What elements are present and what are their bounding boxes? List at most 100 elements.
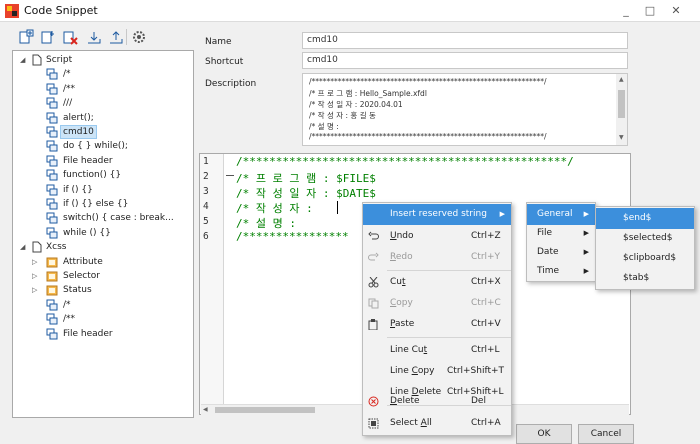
snippet-icon: [46, 112, 58, 124]
submenu-item-time[interactable]: Time ▶: [527, 261, 595, 282]
menu-item-undo[interactable]: Undo Ctrl+Z: [363, 226, 511, 247]
expand-arrow-icon[interactable]: ◢: [20, 53, 25, 67]
expand-arrow-icon[interactable]: ◢: [20, 240, 25, 254]
tree-item[interactable]: if () {} else {}: [13, 197, 193, 211]
tree-item[interactable]: if () {}: [13, 183, 193, 197]
snippet-icon: [46, 227, 58, 239]
menu-item-shortcut: Ctrl+Shift+T: [447, 366, 505, 376]
menu-item-label: Line Copy: [390, 366, 435, 376]
tree-item-label: switch() { case : break...: [63, 213, 174, 224]
add-child-icon[interactable]: [40, 29, 56, 45]
tree-item[interactable]: /**: [13, 312, 193, 326]
snippet-icon: [46, 184, 58, 196]
tree-item[interactable]: File header: [13, 327, 193, 341]
menu-item-label: $tab$: [623, 273, 650, 283]
scroll-down-icon[interactable]: ▼: [619, 134, 624, 141]
tree-item-label: if () {}: [63, 184, 93, 195]
collapse-arrow-icon[interactable]: ▷: [32, 283, 37, 297]
toolbar-separator: [126, 29, 127, 45]
folder-icon: [46, 271, 58, 282]
cancel-button[interactable]: Cancel: [578, 424, 634, 444]
tree-item[interactable]: while () {}: [13, 226, 193, 240]
submenu-item-tab[interactable]: $tab$: [596, 268, 694, 289]
code-line: /* 작 성 자 :: [236, 202, 313, 215]
close-button[interactable]: ✕: [666, 3, 686, 19]
tree-folder[interactable]: ▷ Selector: [13, 269, 193, 283]
scroll-up-icon[interactable]: ▲: [619, 76, 624, 83]
snippet-icon: [46, 328, 58, 340]
menu-item-select-all[interactable]: Select All Ctrl+A: [363, 413, 511, 434]
import-icon[interactable]: [86, 29, 102, 45]
description-field[interactable]: /***************************************…: [302, 73, 628, 146]
add-snippet-icon[interactable]: [18, 29, 34, 45]
shortcut-label: Shortcut: [205, 57, 244, 67]
tree-item[interactable]: File header: [13, 154, 193, 168]
description-scrollbar[interactable]: ▲ ▼: [616, 74, 627, 145]
menu-item-label: General: [537, 209, 573, 219]
collapse-arrow-icon[interactable]: ▷: [32, 269, 37, 283]
scroll-left-icon[interactable]: ◀: [203, 406, 208, 413]
submenu-item-end[interactable]: $end$: [596, 208, 694, 229]
collapse-arrow-icon[interactable]: ▷: [32, 255, 37, 269]
menu-item-label: File: [537, 228, 553, 238]
delete-icon[interactable]: [62, 29, 78, 45]
menu-item-label: Undo: [390, 231, 414, 241]
tree-folder[interactable]: ▷ Attribute: [13, 255, 193, 269]
scroll-thumb[interactable]: [215, 407, 315, 413]
snippet-icon: [46, 313, 58, 325]
submenu-item-date[interactable]: Date ▶: [527, 242, 595, 263]
tree-folder[interactable]: ◢ Script: [13, 53, 193, 67]
general-submenu: $end$ $selected$ $clipboard$ $tab$: [595, 206, 695, 290]
menu-item-line-copy[interactable]: Line Copy Ctrl+Shift+T: [363, 361, 511, 382]
export-icon[interactable]: [108, 29, 124, 45]
menu-item-cut[interactable]: Cut Ctrl+X: [363, 272, 511, 293]
ok-button[interactable]: OK: [516, 424, 572, 444]
menu-item-paste[interactable]: Paste Ctrl+V: [363, 314, 511, 335]
submenu-item-selected[interactable]: $selected$: [596, 228, 694, 249]
tree-folder[interactable]: ▷ Status: [13, 283, 193, 297]
tree-item[interactable]: alert();: [13, 111, 193, 125]
snippet-icon: [46, 126, 58, 138]
menu-item-line-cut[interactable]: Line Cut Ctrl+L: [363, 340, 511, 361]
fold-marker[interactable]: [226, 175, 234, 176]
snippet-tree[interactable]: ◢ Script /* /** /// alert(); cmd10 do { } while…: [12, 50, 194, 418]
name-field[interactable]: cmd10: [302, 32, 628, 49]
shortcut-field[interactable]: cmd10: [302, 52, 628, 69]
menu-item-redo[interactable]: Redo Ctrl+Y: [363, 247, 511, 268]
submenu-item-clipboard[interactable]: $clipboard$: [596, 248, 694, 269]
line-number: 2: [203, 171, 209, 182]
tree-item[interactable]: switch() { case : break...: [13, 211, 193, 225]
cut-icon: [368, 277, 379, 288]
menu-item-shortcut: Ctrl+L: [471, 345, 500, 355]
app-icon: [5, 4, 19, 18]
tree-item-label: Status: [63, 285, 92, 296]
menu-item-insert-reserved-string[interactable]: Insert reserved string ▶: [363, 204, 511, 225]
tree-item[interactable]: do { } while();: [13, 139, 193, 153]
tree-item-label: Xcss: [46, 242, 67, 253]
redo-icon: [368, 252, 379, 261]
submenu-item-general[interactable]: General ▶: [527, 204, 595, 225]
tree-item[interactable]: cmd10: [13, 125, 193, 139]
scroll-thumb[interactable]: [618, 90, 625, 118]
menu-item-label: $clipboard$: [623, 253, 677, 263]
submenu-item-file[interactable]: File ▶: [527, 223, 595, 244]
context-menu: Insert reserved string ▶ Undo Ctrl+Z Red…: [362, 202, 512, 436]
menu-item-delete[interactable]: Delete Del: [363, 391, 511, 412]
description-line: /***************************************…: [309, 77, 547, 86]
minimize-button[interactable]: _: [616, 3, 636, 19]
line-number: 4: [203, 201, 209, 212]
snippet-icon: [46, 68, 58, 80]
settings-icon[interactable]: [131, 29, 147, 45]
maximize-button[interactable]: □: [640, 3, 660, 19]
tree-item-label: /**: [63, 314, 76, 325]
tree-item[interactable]: ///: [13, 96, 193, 110]
tree-item[interactable]: /*: [13, 67, 193, 81]
menu-item-label: Cut: [390, 277, 406, 287]
tree-item[interactable]: function() {}: [13, 168, 193, 182]
menu-item-copy[interactable]: Copy Ctrl+C: [363, 293, 511, 314]
tree-item[interactable]: /*: [13, 298, 193, 312]
tree-item-label: File header: [63, 328, 113, 339]
tree-item-label: while () {}: [63, 227, 111, 238]
tree-folder[interactable]: ◢ Xcss: [13, 240, 193, 254]
tree-item[interactable]: /**: [13, 82, 193, 96]
